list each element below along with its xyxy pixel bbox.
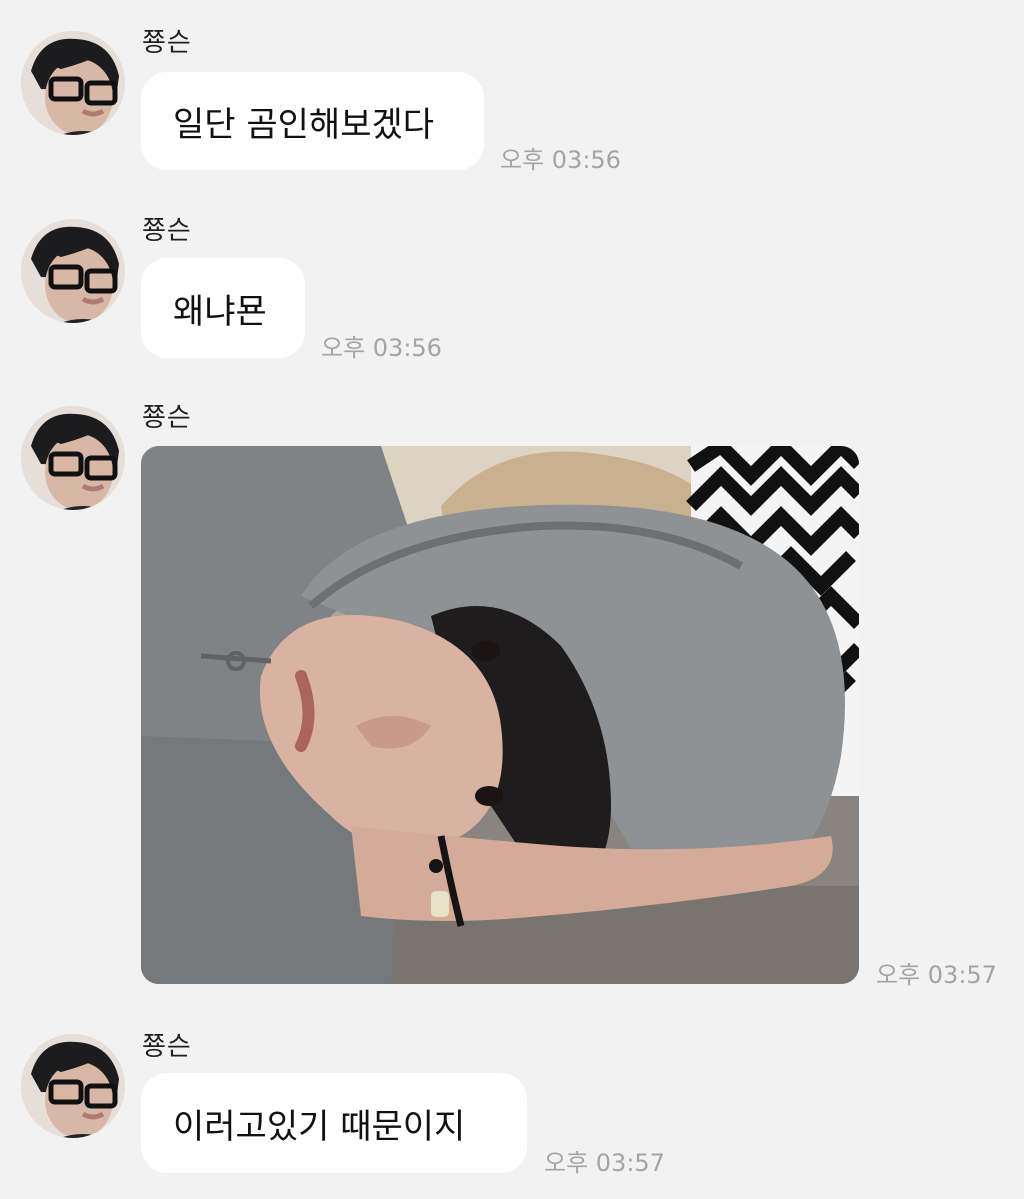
message-bubble[interactable]: 이러고있기 때문이지	[141, 1073, 527, 1173]
message-time: 오후 03:56	[500, 146, 621, 174]
sender-name: 쭁슨	[142, 216, 192, 246]
avatar[interactable]	[21, 406, 125, 510]
message-time: 오후 03:57	[544, 1149, 665, 1177]
photo-message[interactable]	[141, 446, 859, 984]
avatar[interactable]	[21, 31, 125, 135]
message-bubble[interactable]: 일단 곰인해보겠다	[141, 72, 484, 170]
sender-name: 쭁슨	[142, 403, 192, 433]
sender-name: 쭁슨	[142, 28, 192, 58]
avatar[interactable]	[21, 219, 125, 323]
message-time: 오후 03:56	[321, 334, 442, 362]
message-time: 오후 03:57	[876, 961, 997, 989]
sender-name: 쭁슨	[142, 1032, 192, 1062]
avatar[interactable]	[21, 1034, 125, 1138]
message-bubble[interactable]: 왜냐묜	[141, 258, 305, 358]
